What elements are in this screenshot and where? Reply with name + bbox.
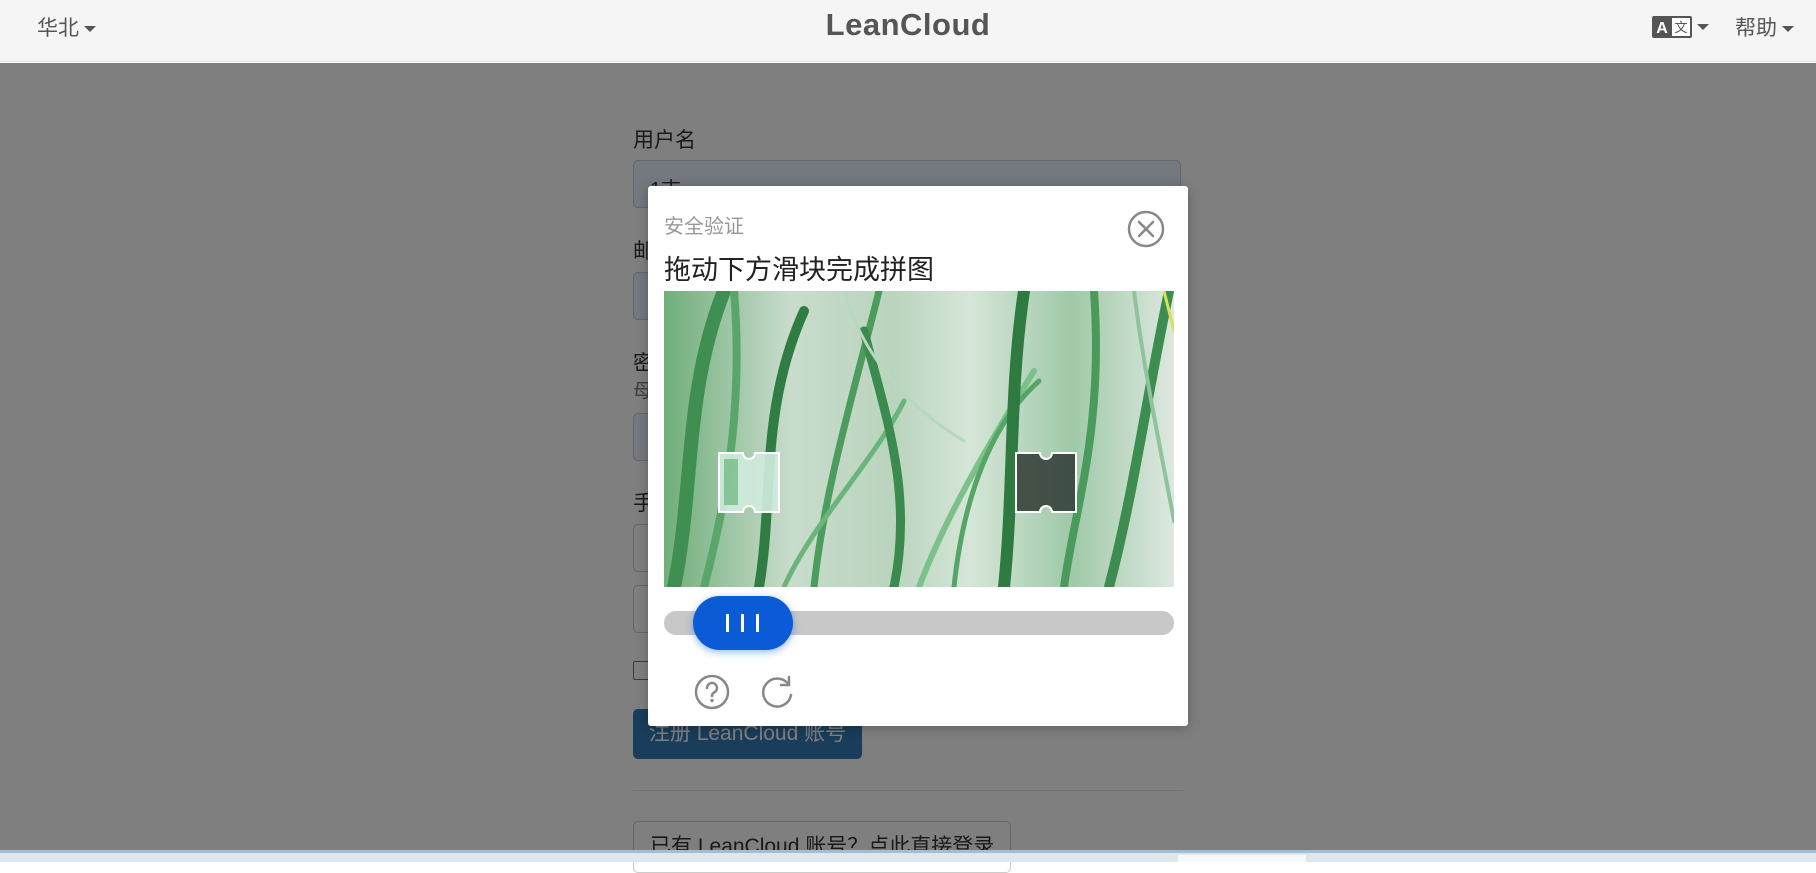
grip-line [756,614,760,632]
top-navbar: 华北 LeanCloud A 文 帮助 [0,0,1816,62]
help-label: 帮助 [1735,17,1777,40]
slider-handle[interactable] [692,596,793,650]
grass-background-image [664,291,1174,587]
captcha-title: 安全验证 [664,216,744,238]
svg-text:文: 文 [1674,21,1687,36]
svg-text:A: A [1656,20,1668,37]
captcha-puzzle-image [664,291,1174,587]
puzzle-piece [718,452,780,513]
language-icon: A 文 [1652,16,1692,38]
bottom-scroll-strip [0,850,1816,862]
chevron-down-icon [1697,24,1709,30]
grip-line [726,614,730,632]
help-dropdown[interactable]: 帮助 [1735,12,1794,42]
refresh-icon[interactable] [758,673,796,711]
captcha-instruction: 拖动下方滑块完成拼图 [664,255,934,285]
captcha-modal: 安全验证 拖动下方滑块完成拼图 [648,186,1188,726]
nav-right-menu: A 文 帮助 [1652,12,1794,42]
language-dropdown[interactable]: A 文 [1652,16,1709,38]
brand-logo[interactable]: LeanCloud [0,7,1816,43]
grip-line [741,614,745,632]
question-circle-icon[interactable] [693,673,731,711]
close-circle-icon[interactable] [1127,210,1165,248]
chevron-down-icon [1782,26,1794,33]
bottom-strip-segment [1178,855,1306,862]
puzzle-target-slot [1015,452,1077,513]
